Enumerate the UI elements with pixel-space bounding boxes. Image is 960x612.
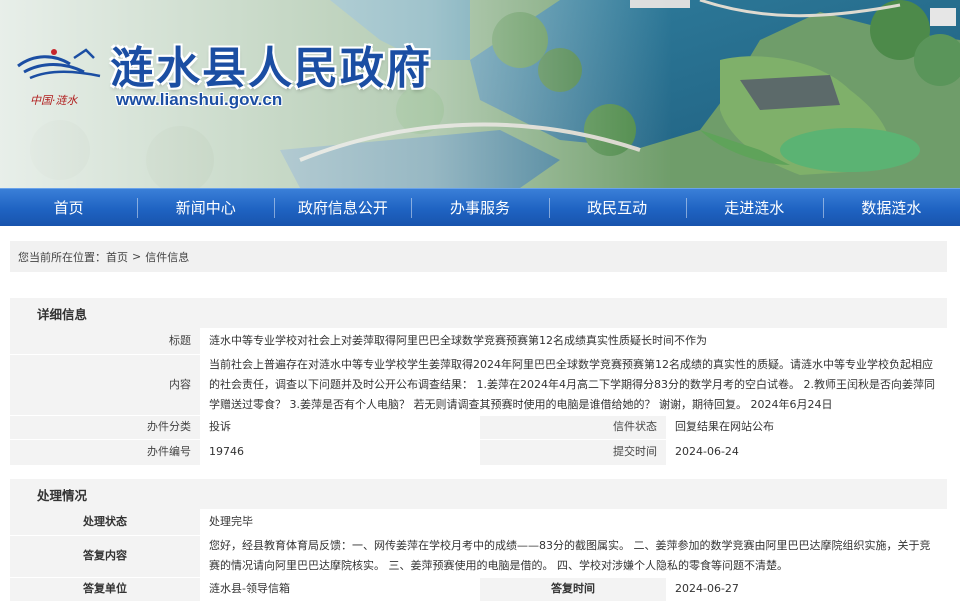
detail-section-title: 详细信息 [10,298,947,328]
nav-item-news[interactable]: 新闻中心 [137,189,274,226]
status-value: 回复结果在网站公布 [666,415,947,440]
content-value: 当前社会上普遍存在对涟水中等专业学校学生姜萍取得2024年阿里巴巴全球数学竞赛预… [200,354,947,416]
breadcrumb-separator: > [132,250,142,263]
reply-content-label: 答复内容 [10,535,200,578]
handling-panel: 处理情况 处理状态 处理完毕 答复内容 您好，经县教育体育局反馈：一、网传姜萍在… [10,479,948,602]
table-row: 处理状态 处理完毕 [10,509,948,536]
reply-unit-label: 答复单位 [10,577,200,602]
category-value: 投诉 [200,415,480,440]
nav-item-gov-info[interactable]: 政府信息公开 [274,189,411,226]
breadcrumb-home-link[interactable]: 首页 [106,249,128,265]
table-row: 内容 当前社会上普遍存在对涟水中等专业学校学生姜萍取得2024年阿里巴巴全球数学… [10,354,947,416]
number-label: 办件编号 [10,439,200,466]
table-row: 办件编号 19746 提交时间 2024-06-24 [10,439,947,466]
site-title: 涟水县人民政府 [110,43,432,94]
nav-item-services[interactable]: 办事服务 [411,189,548,226]
reply-unit-value: 涟水县-领导信箱 [200,577,480,602]
site-banner: 涟水县人民政府 中国·涟水 www.lianshui.gov.cn [0,0,960,188]
nav-item-about[interactable]: 走进涟水 [685,189,823,226]
breadcrumb-prefix: 您当前所在位置： [18,250,106,264]
submit-time-label: 提交时间 [480,439,666,466]
main-navigation: 首页 新闻中心 政府信息公开 办事服务 政民互动 走进涟水 数据涟水 [0,188,960,226]
nav-item-interaction[interactable]: 政民互动 [548,189,686,226]
handling-table: 处理状态 处理完毕 答复内容 您好，经县教育体育局反馈：一、网传姜萍在学校月考中… [10,509,948,602]
emblem-caption: 中国·涟水 [30,94,78,107]
table-row: 办件分类 投诉 信件状态 回复结果在网站公布 [10,415,947,440]
site-url: www.lianshui.gov.cn [116,90,283,109]
title-value: 涟水中等专业学校对社会上对姜萍取得阿里巴巴全球数学竞赛预赛第12名成绩真实性质疑… [200,328,947,355]
handling-state-label: 处理状态 [10,509,200,536]
reply-time-label: 答复时间 [480,577,666,602]
handling-section-title: 处理情况 [10,479,947,509]
reply-content-value: 您好，经县教育体育局反馈：一、网传姜萍在学校月考中的成绩——83分的截图属实。 … [200,535,948,578]
table-row: 标题 涟水中等专业学校对社会上对姜萍取得阿里巴巴全球数学竞赛预赛第12名成绩真实… [10,328,947,355]
handling-state-value: 处理完毕 [200,509,948,536]
status-label: 信件状态 [480,415,666,440]
lianshui-emblem-icon [17,48,101,80]
number-value: 19746 [200,439,480,466]
category-label: 办件分类 [10,415,200,440]
table-row: 答复单位 涟水县-领导信箱 答复时间 2024-06-27 [10,577,948,602]
title-label: 标题 [10,328,200,355]
nav-item-home[interactable]: 首页 [0,189,137,226]
table-row: 答复内容 您好，经县教育体育局反馈：一、网传姜萍在学校月考中的成绩——83分的截… [10,535,948,578]
reply-time-value: 2024-06-27 [666,577,948,602]
breadcrumb-current: 信件信息 [145,250,190,264]
content-label: 内容 [10,354,200,416]
submit-time-value: 2024-06-24 [666,439,947,466]
detail-panel: 详细信息 标题 涟水中等专业学校对社会上对姜萍取得阿里巴巴全球数学竞赛预赛第12… [10,298,947,466]
breadcrumb: 您当前所在位置： 首页 > 信件信息 [10,241,947,272]
detail-table: 标题 涟水中等专业学校对社会上对姜萍取得阿里巴巴全球数学竞赛预赛第12名成绩真实… [10,328,947,466]
nav-item-data[interactable]: 数据涟水 [822,189,960,226]
